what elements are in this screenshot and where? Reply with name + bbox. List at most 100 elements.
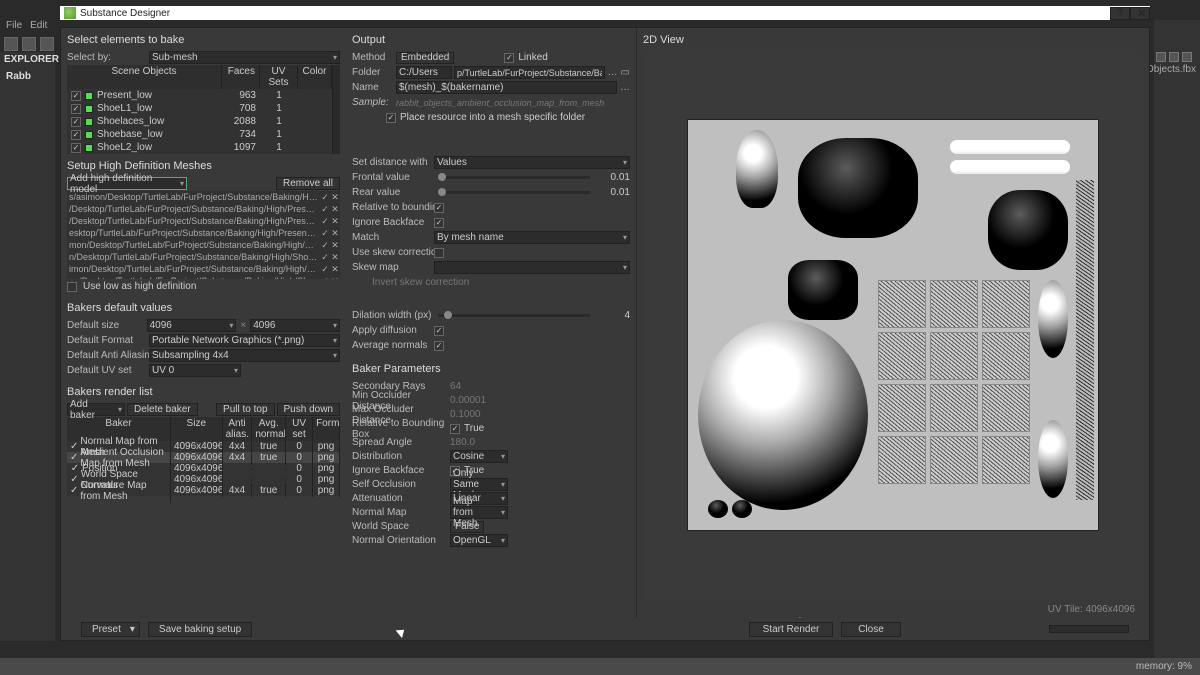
hd-path: mon/Desktop/TurtleLab/FurProject/Substan… [67,240,320,250]
save-setup-button[interactable]: Save baking setup [148,622,252,637]
table-row[interactable]: ✓Shoelaces_low20881 [67,115,332,128]
check-icon[interactable]: ✓ [320,216,330,227]
check-icon[interactable]: ✓ [320,276,330,280]
list-item[interactable]: /Desktop/TurtleLab/FurProject/Substance/… [67,203,340,215]
panel-icon[interactable] [1156,52,1166,62]
folder-more-icon[interactable]: … [608,67,618,78]
folder-label: Folder [352,67,396,78]
table-row[interactable]: ✓Curvature Map from Mesh4096x40964x4true… [67,485,340,496]
tool-icon[interactable] [4,37,18,51]
row-checkbox[interactable]: ✓ [71,117,81,127]
param-dropdown[interactable]: Only Same Mesh [450,478,508,491]
check-icon[interactable]: ✓ [320,252,330,263]
check-icon[interactable]: ✓ [320,228,330,239]
param-value[interactable]: 0.00001 [450,395,486,406]
folder-base-input[interactable] [396,66,452,79]
param-dropdown[interactable]: Map from Mesh [450,506,508,519]
menu-file[interactable]: File [6,20,22,34]
linked-checkbox[interactable]: ✓ [504,53,514,63]
default-format-dropdown[interactable]: Portable Network Graphics (*.png) [149,334,340,347]
setdist-dropdown[interactable]: Values [434,156,630,169]
default-uv-dropdown[interactable]: UV 0 [149,364,241,377]
select-by-dropdown[interactable]: Sub-mesh [149,51,340,64]
method-embedded[interactable]: Embedded [396,52,454,64]
remove-icon[interactable]: ✕ [330,240,340,251]
close-button[interactable]: ✕ [1130,7,1150,20]
pull-top-button[interactable]: Pull to top [216,403,274,416]
table-row[interactable]: ✓ShoeL1_low7081 [67,102,332,115]
row-checkbox[interactable]: ✓ [71,143,81,153]
list-item[interactable]: n/Desktop/TurtleLab/FurProject/Substance… [67,251,340,263]
frontal-slider[interactable] [438,176,590,179]
table-row[interactable]: ✓Present_low9631 [67,89,332,102]
table-row[interactable]: ✓ShoeL2_low10971 [67,141,332,154]
row-checkbox[interactable]: ✓ [71,91,81,101]
close-modal-button[interactable]: Close [841,622,901,637]
help-button[interactable]: ? [1110,7,1130,20]
delete-baker-button[interactable]: Delete baker [127,403,198,416]
row-checkbox[interactable]: ✓ [71,104,81,114]
ignbf-checkbox[interactable]: ✓ [434,218,444,228]
menu-edit[interactable]: Edit [30,20,47,34]
match-label: Match [352,232,434,243]
avgnorm-checkbox[interactable]: ✓ [434,341,444,351]
place-resource-label: Place resource into a mesh specific fold… [400,112,585,123]
list-item[interactable]: on/Desktop/TurtleLab/FurProject/Substanc… [67,275,340,279]
explorer-item[interactable]: Rabb [0,67,55,86]
relbb-checkbox[interactable]: ✓ [434,203,444,213]
use-low-checkbox[interactable] [67,282,77,292]
row-checkbox[interactable]: ✓ [70,485,78,496]
check-icon[interactable]: ✓ [320,204,330,215]
add-hd-model-button[interactable]: Add high definition model [67,177,187,190]
panel-icon[interactable] [1169,52,1179,62]
check-icon[interactable]: ✓ [320,192,330,203]
name-more-icon[interactable]: … [620,82,630,93]
remove-icon[interactable]: ✕ [330,252,340,263]
start-render-button[interactable]: Start Render [749,622,833,637]
scrollbar[interactable] [332,65,340,154]
param-dropdown[interactable]: OpenGL [450,534,508,547]
folder-path-input[interactable] [454,66,605,79]
push-down-button[interactable]: Push down [277,403,340,416]
2d-viewport[interactable] [643,50,1143,600]
row-checkbox[interactable]: ✓ [71,130,81,140]
name-pattern-input[interactable] [396,81,617,94]
remove-icon[interactable]: ✕ [330,192,340,203]
tool-icon[interactable] [40,37,54,51]
remove-icon[interactable]: ✕ [330,204,340,215]
table-row[interactable]: ✓Shoebase_low7341 [67,128,332,141]
remove-icon[interactable]: ✕ [330,276,340,280]
modal-titlebar: Substance Designer ? ✕ [60,6,1150,20]
default-size-w[interactable]: 4096 [147,319,237,332]
place-resource-checkbox[interactable]: ✓ [386,113,396,123]
match-dropdown[interactable]: By mesh name [434,231,630,244]
rear-slider[interactable] [438,191,590,194]
check-icon[interactable]: ✓ [320,264,330,275]
param-value[interactable]: 0.1000 [450,409,481,420]
param-dropdown[interactable]: Cosine [450,450,508,463]
list-item[interactable]: /Desktop/TurtleLab/FurProject/Substance/… [67,215,340,227]
remove-all-button[interactable]: Remove all [276,177,340,190]
tool-icon[interactable] [22,37,36,51]
param-checkbox[interactable]: ✓ [450,424,460,434]
remove-icon[interactable]: ✕ [330,264,340,275]
param-value[interactable]: 64 [450,381,461,392]
list-item[interactable]: imon/Desktop/TurtleLab/FurProject/Substa… [67,263,340,275]
panel-icon[interactable] [1182,52,1192,62]
add-baker-button[interactable]: Add baker [67,403,125,416]
appdif-checkbox[interactable]: ✓ [434,326,444,336]
remove-icon[interactable]: ✕ [330,216,340,227]
param-value[interactable]: 180.0 [450,437,475,448]
param-row: Normal MapMap from Mesh [352,506,630,519]
default-size-h[interactable]: 4096 [250,319,340,332]
relbb-label: Relative to bounding box [352,202,434,213]
folder-browse-icon[interactable]: ▭ [621,67,630,78]
default-aa-dropdown[interactable]: Subsampling 4x4 [149,349,340,362]
list-item[interactable]: esktop/TurtleLab/FurProject/Substance/Ba… [67,227,340,239]
skew-checkbox[interactable] [434,248,444,258]
remove-icon[interactable]: ✕ [330,228,340,239]
dilation-slider[interactable] [438,314,590,317]
check-icon[interactable]: ✓ [320,240,330,251]
preset-dropdown[interactable]: Preset▾ [81,622,140,637]
list-item[interactable]: mon/Desktop/TurtleLab/FurProject/Substan… [67,239,340,251]
